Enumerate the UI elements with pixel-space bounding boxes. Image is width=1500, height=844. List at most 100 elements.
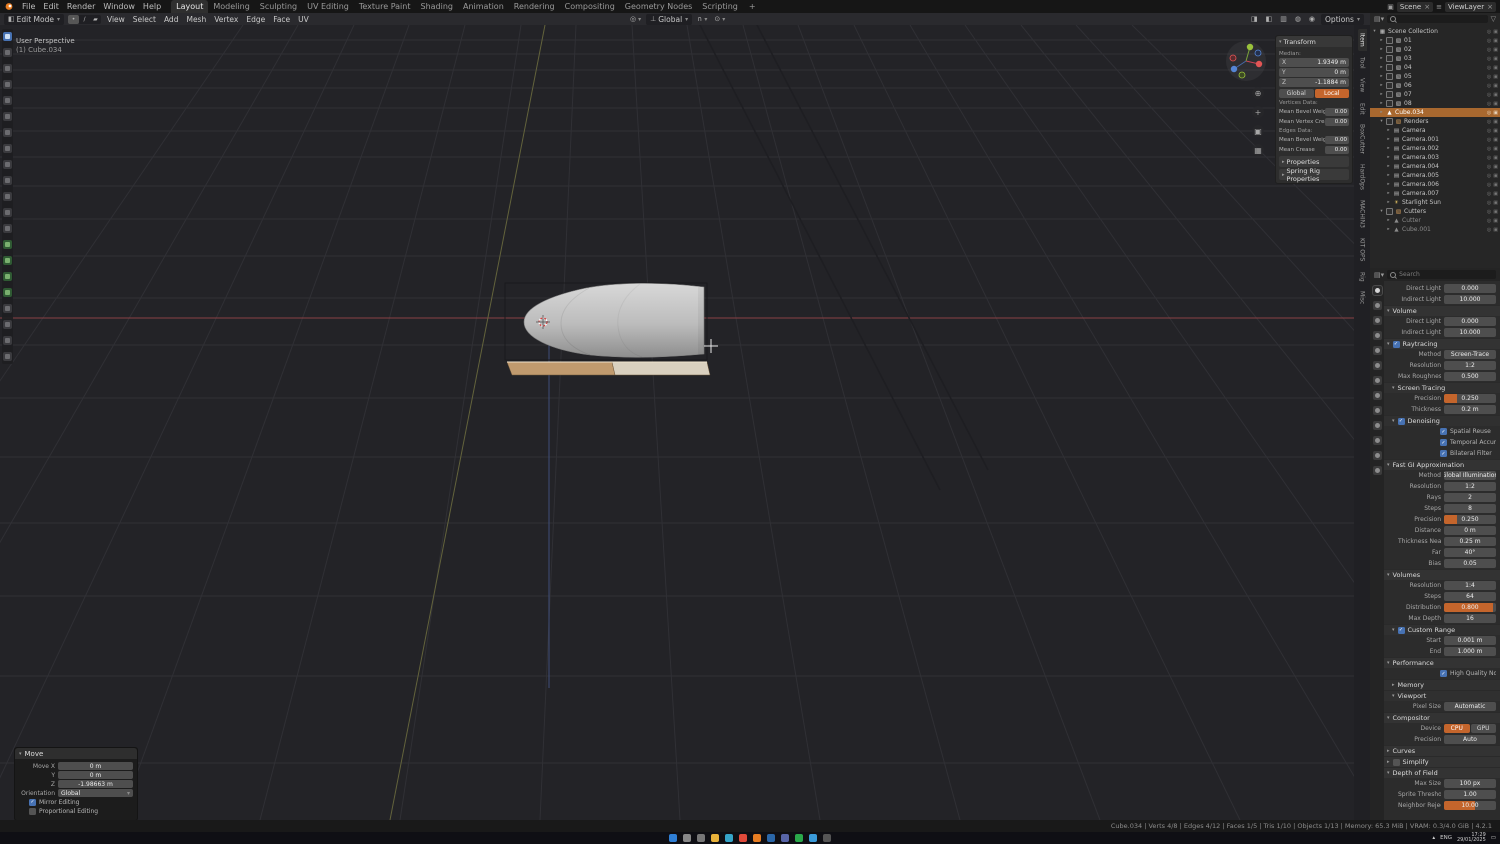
tool-rotate-icon[interactable] xyxy=(3,96,12,105)
outliner-row[interactable]: ▸ ▧ 03 ◎ ▣ xyxy=(1370,54,1500,63)
collapsed-panel-header[interactable]: ▸ Properties xyxy=(1279,156,1349,167)
ground-plane-left[interactable] xyxy=(506,361,616,376)
prop-field[interactable]: 0.05 xyxy=(1444,559,1496,568)
render-visibility-icon[interactable]: ▣ xyxy=(1493,146,1498,152)
menu-item[interactable]: File xyxy=(18,2,39,11)
disclosure-icon[interactable]: ▾ xyxy=(1372,29,1377,34)
viewport-menu-item[interactable]: View xyxy=(103,15,129,24)
outliner-row[interactable]: ▸ ▲ Cube.034 ◎ ▣ xyxy=(1370,108,1500,117)
outliner-row[interactable]: ▸ ▧ 01 ◎ ▣ xyxy=(1370,36,1500,45)
outliner-row[interactable]: ▸ ▤ Camera.001 ◎ ▣ xyxy=(1370,135,1500,144)
disclosure-icon[interactable]: ▸ xyxy=(1386,155,1391,160)
prop-field[interactable]: 1:2 xyxy=(1444,482,1496,491)
outliner-row[interactable]: ▾ ▦ Scene Collection ◎ ▣ xyxy=(1370,27,1500,36)
number-field[interactable]: 0 m xyxy=(58,771,133,779)
outliner-row[interactable]: ▸ ▤ Camera.006 ◎ ▣ xyxy=(1370,180,1500,189)
prop-field[interactable]: 0.250 xyxy=(1444,394,1496,403)
render-visibility-icon[interactable]: ▣ xyxy=(1493,110,1498,116)
hide-icon[interactable]: ◎ xyxy=(1487,65,1491,71)
toggle-gpu[interactable]: GPU xyxy=(1470,724,1496,733)
disclosure-icon[interactable]: ▸ xyxy=(1386,128,1391,133)
render-visibility-icon[interactable]: ▣ xyxy=(1493,83,1498,89)
menu-item[interactable]: Help xyxy=(139,2,165,11)
taskbar-search-icon[interactable] xyxy=(683,834,691,842)
median-coordinate-field[interactable]: Y 0 m xyxy=(1279,68,1349,77)
mode-dropdown[interactable]: ◧ Edit Mode ▾ xyxy=(4,13,64,25)
viewport-menu-item[interactable]: Edge xyxy=(242,15,269,24)
prop-field[interactable]: 0.000 xyxy=(1444,317,1496,326)
menu-item[interactable]: Edit xyxy=(39,2,63,11)
disclosure-icon[interactable]: ▸ xyxy=(1386,164,1391,169)
render-visibility-icon[interactable]: ▣ xyxy=(1493,92,1498,98)
hide-icon[interactable]: ◎ xyxy=(1487,191,1491,197)
transform-panel-header[interactable]: ▾ Transform xyxy=(1276,36,1352,47)
hide-icon[interactable]: ◎ xyxy=(1487,164,1491,170)
disclosure-icon[interactable]: ▸ xyxy=(1386,182,1391,187)
hide-icon[interactable]: ◎ xyxy=(1487,218,1491,224)
collection-checkbox-icon[interactable] xyxy=(1386,37,1393,44)
tool-poly-build-icon[interactable] xyxy=(3,272,12,281)
outliner-row[interactable]: ▸ ▧ 04 ◎ ▣ xyxy=(1370,63,1500,72)
collection-checkbox-icon[interactable] xyxy=(1386,73,1393,80)
prop-field[interactable]: 10.000 xyxy=(1444,328,1496,337)
tool-cursor-icon[interactable] xyxy=(3,64,12,73)
prop-field[interactable]: 0.800 xyxy=(1444,603,1496,612)
taskbar-start-icon[interactable] xyxy=(669,834,677,842)
viewport-canvas[interactable] xyxy=(0,25,1370,820)
outliner-row[interactable]: ▾ ▧ Cutters ◎ ▣ xyxy=(1370,207,1500,216)
median-coordinate-field[interactable]: X 1.9349 m xyxy=(1279,58,1349,67)
local-button[interactable]: Local xyxy=(1314,89,1349,98)
render-visibility-icon[interactable]: ▣ xyxy=(1493,56,1498,62)
panel-header-volume[interactable]: ▾ Volume xyxy=(1384,305,1500,316)
outliner-row[interactable]: ▸ ▧ 06 ◎ ▣ xyxy=(1370,81,1500,90)
hide-icon[interactable]: ◎ xyxy=(1487,227,1491,233)
panel-checkbox[interactable] xyxy=(1397,417,1405,425)
outliner-row[interactable]: ▸ ▤ Camera.005 ◎ ▣ xyxy=(1370,171,1500,180)
checkbox[interactable] xyxy=(29,807,36,815)
hide-icon[interactable]: ◎ xyxy=(1487,173,1491,179)
prop-field[interactable]: 100 px xyxy=(1444,779,1496,788)
properties-tab-scene-icon[interactable] xyxy=(1372,331,1382,340)
taskbar-task-view-icon[interactable] xyxy=(697,834,705,842)
tool-bevel-icon[interactable] xyxy=(3,224,12,233)
disclosure-icon[interactable]: ▸ xyxy=(1379,101,1384,106)
hide-icon[interactable]: ◎ xyxy=(1487,128,1491,134)
render-visibility-icon[interactable]: ▣ xyxy=(1493,38,1498,44)
sidebar-tab-kit-ops[interactable]: KIT OPS xyxy=(1358,234,1367,265)
viewport-menu-item[interactable]: Vertex xyxy=(210,15,242,24)
panel-checkbox[interactable] xyxy=(1392,758,1400,766)
taskbar-discord-icon[interactable] xyxy=(781,834,789,842)
options-dropdown[interactable]: Options ▾ xyxy=(1321,13,1364,25)
properties-tab-world-icon[interactable] xyxy=(1372,346,1382,355)
sidebar-tab-rig[interactable]: Rig xyxy=(1358,268,1367,286)
orientation-dropdown[interactable]: ⊥ Global ▾ xyxy=(646,13,693,25)
ground-plane-right[interactable] xyxy=(611,361,711,376)
hide-icon[interactable]: ◎ xyxy=(1487,47,1491,53)
prop-field[interactable]: 64 xyxy=(1444,592,1496,601)
tool-scale-icon[interactable] xyxy=(3,112,12,121)
shading-solid-icon[interactable]: ◍ xyxy=(1293,15,1303,23)
tool-knife-icon[interactable] xyxy=(3,256,12,265)
prop-field[interactable]: 0.250 xyxy=(1444,515,1496,524)
prop-field[interactable]: 1.000 m xyxy=(1444,647,1496,656)
disclosure-icon[interactable]: ▸ xyxy=(1379,38,1384,43)
checkbox[interactable] xyxy=(1440,428,1447,435)
sidebar-tab-tool[interactable]: Tool xyxy=(1358,53,1367,73)
panel-header-viewport[interactable]: ▾ Viewport xyxy=(1384,690,1500,701)
viewport-menu-item[interactable]: Select xyxy=(129,15,160,24)
proportional-editing-icon[interactable]: ⊙ ▾ xyxy=(712,15,727,23)
navigation-gizmo[interactable] xyxy=(1224,39,1268,83)
prop-field[interactable]: 16 xyxy=(1444,614,1496,623)
disclosure-icon[interactable]: ▾ xyxy=(1379,119,1384,124)
prop-field[interactable]: 1.00 xyxy=(1444,790,1496,799)
workspace-tab[interactable]: Scripting xyxy=(697,0,743,13)
taskbar-file-explorer-icon[interactable] xyxy=(711,834,719,842)
viewport-nav-icon[interactable]: ▣ xyxy=(1252,125,1264,137)
tool-select-box-icon[interactable] xyxy=(3,48,12,57)
hide-icon[interactable]: ◎ xyxy=(1487,110,1491,116)
outliner-display-mode-icon[interactable]: ▤▾ xyxy=(1374,15,1384,23)
properties-tab-render-icon[interactable] xyxy=(1371,285,1383,296)
render-visibility-icon[interactable]: ▣ xyxy=(1493,209,1498,215)
disclosure-icon[interactable]: ▸ xyxy=(1379,110,1384,115)
render-visibility-icon[interactable]: ▣ xyxy=(1493,200,1498,206)
